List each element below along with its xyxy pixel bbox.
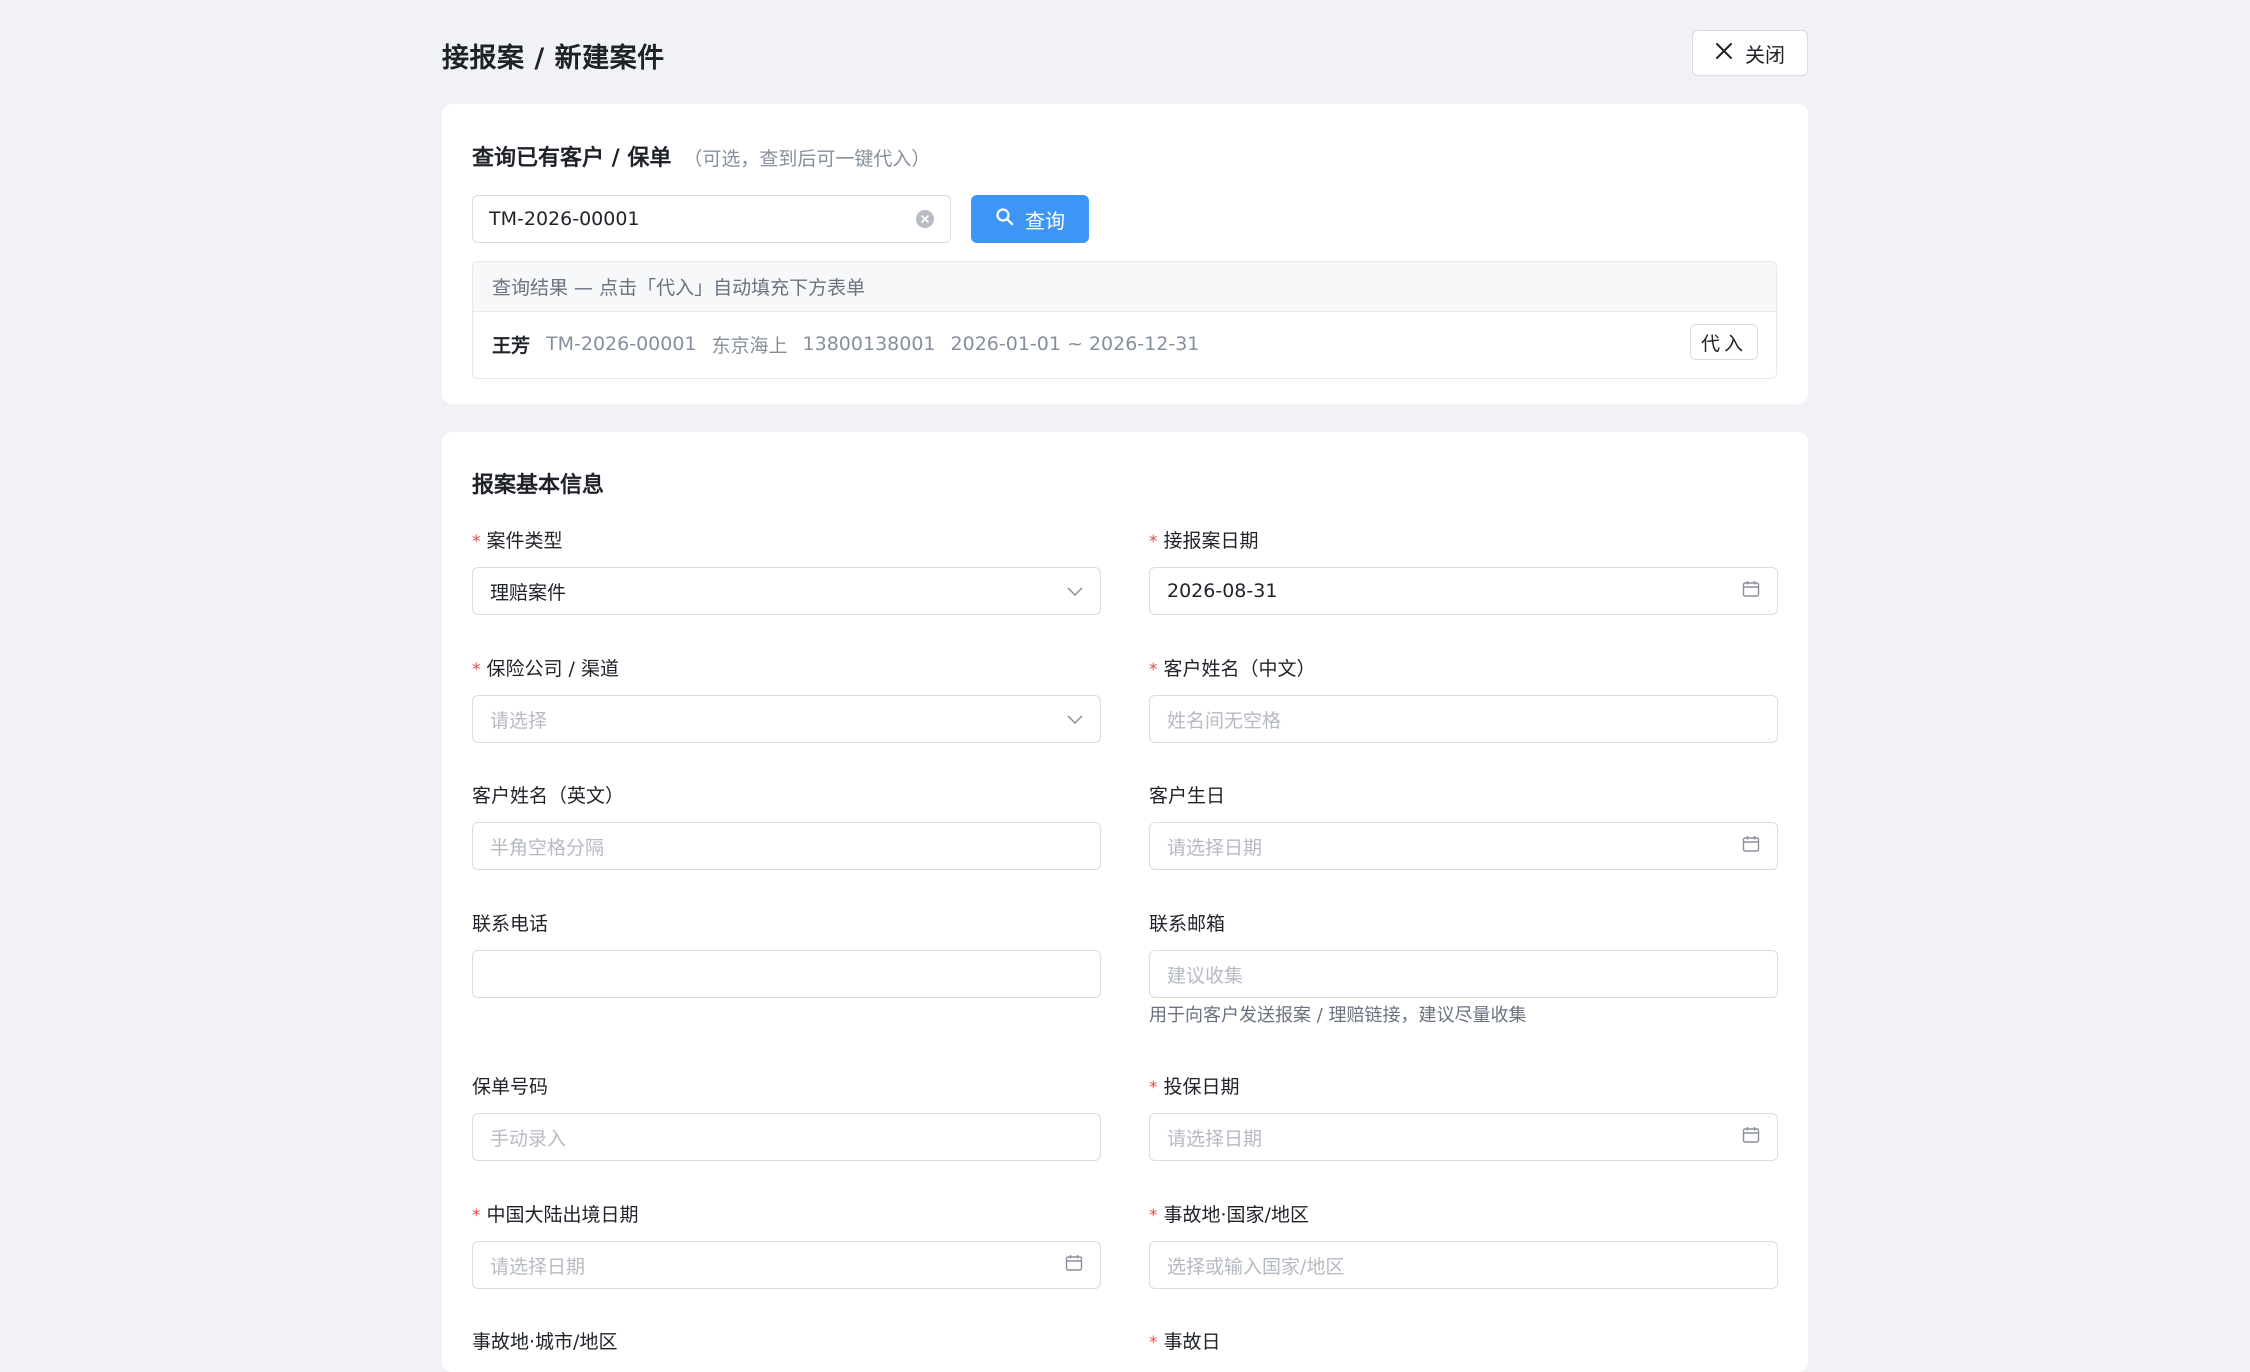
email-input[interactable]: 建议收集 xyxy=(1149,950,1778,998)
insurer-channel-placeholder: 请选择 xyxy=(490,709,548,732)
page-title: 接报案 / 新建案件 xyxy=(442,43,665,74)
policy-date-placeholder: 请选择日期 xyxy=(1167,1127,1263,1150)
departure-date-label: * 中国大陆出境日期 xyxy=(472,1200,639,1227)
policy-date-label: * 投保日期 xyxy=(1149,1072,1240,1099)
accident-country-label: * 事故地·国家/地区 xyxy=(1149,1200,1309,1227)
result-policy-no: TM-2026-00001 xyxy=(546,333,697,355)
report-date-picker[interactable]: 2026-08-31 xyxy=(1149,567,1778,615)
search-results: 查询结果 — 点击「代入」自动填充下方表单 王芳 TM-2026-00001 东… xyxy=(472,261,1777,379)
required-mark: * xyxy=(472,532,481,552)
case-type-value: 理赔案件 xyxy=(490,581,567,604)
search-card: 查询已有客户 / 保单 （可选，查到后可一键代入） TM-2026-00001 查… xyxy=(442,104,1808,404)
required-mark: * xyxy=(1149,532,1158,552)
results-header: 查询结果 — 点击「代入」自动填充下方表单 xyxy=(473,262,1776,312)
departure-date-label-text: 中国大陆出境日期 xyxy=(486,1204,639,1226)
required-mark: * xyxy=(1149,1206,1158,1226)
calendar-icon xyxy=(1742,835,1760,858)
departure-date-placeholder: 请选择日期 xyxy=(490,1255,586,1278)
search-card-title-text: 查询已有客户 / 保单 xyxy=(472,146,672,171)
insurer-channel-select[interactable]: 请选择 xyxy=(472,695,1101,743)
name-en-placeholder: 半角空格分隔 xyxy=(490,836,605,859)
report-date-value: 2026-08-31 xyxy=(1167,580,1278,602)
phone-label: 联系电话 xyxy=(472,913,549,935)
close-icon xyxy=(1715,41,1733,65)
clear-icon[interactable] xyxy=(916,210,934,228)
calendar-icon xyxy=(1742,580,1760,603)
page-header: 接报案 / 新建案件 关闭 xyxy=(442,30,1808,78)
result-insurer: 东京海上 xyxy=(711,334,788,357)
result-name: 王芳 xyxy=(492,334,531,357)
form-card: 报案基本信息 * 案件类型 理赔案件 * 接报案日期 2026-08-31 * 保险公… xyxy=(442,432,1808,1372)
query-button[interactable]: 查询 xyxy=(971,195,1089,243)
search-card-title: 查询已有客户 / 保单 （可选，查到后可一键代入） xyxy=(472,140,930,172)
birthday-label: 客户生日 xyxy=(1149,785,1226,807)
birthday-placeholder: 请选择日期 xyxy=(1167,836,1263,859)
required-mark: * xyxy=(1149,1333,1158,1353)
name-cn-label: * 客户姓名（中文） xyxy=(1149,654,1316,681)
name-cn-input[interactable]: 姓名间无空格 xyxy=(1149,695,1778,743)
result-period: 2026-01-01 ~ 2026-12-31 xyxy=(950,333,1200,355)
required-mark: * xyxy=(472,1206,481,1226)
policy-no-input[interactable]: 手动录入 xyxy=(472,1113,1101,1161)
query-button-label: 查询 xyxy=(1025,208,1065,233)
name-cn-label-text: 客户姓名（中文） xyxy=(1163,658,1316,680)
required-mark: * xyxy=(472,660,481,680)
policy-no-placeholder: 手动录入 xyxy=(490,1127,567,1150)
insurer-channel-label-text: 保险公司 / 渠道 xyxy=(486,658,619,680)
case-type-select[interactable]: 理赔案件 xyxy=(472,567,1101,615)
name-en-input[interactable]: 半角空格分隔 xyxy=(472,822,1101,870)
close-button-label: 关闭 xyxy=(1745,42,1785,67)
birthday-picker[interactable]: 请选择日期 xyxy=(1149,822,1778,870)
accident-country-label-text: 事故地·国家/地区 xyxy=(1163,1204,1309,1226)
close-button[interactable]: 关闭 xyxy=(1692,30,1808,76)
required-mark: * xyxy=(1149,660,1158,680)
fill-in-button[interactable]: 代入 xyxy=(1690,324,1758,360)
email-label: 联系邮箱 xyxy=(1149,913,1226,935)
report-date-label: * 接报案日期 xyxy=(1149,526,1259,553)
calendar-icon xyxy=(1742,1126,1760,1149)
case-type-label: * 案件类型 xyxy=(472,526,563,553)
case-type-label-text: 案件类型 xyxy=(486,530,563,552)
policy-date-label-text: 投保日期 xyxy=(1163,1076,1240,1098)
email-help-text: 用于向客户发送报案 / 理赔链接，建议尽量收集 xyxy=(1149,1005,1527,1026)
search-input[interactable]: TM-2026-00001 xyxy=(472,195,951,243)
result-phone: 13800138001 xyxy=(802,333,936,355)
name-cn-placeholder: 姓名间无空格 xyxy=(1167,709,1282,732)
form-card-title: 报案基本信息 xyxy=(472,473,605,498)
name-en-label: 客户姓名（英文） xyxy=(472,785,625,807)
chevron-down-icon xyxy=(1067,708,1083,730)
required-mark: * xyxy=(1149,1078,1158,1098)
accident-country-input[interactable]: 选择或输入国家/地区 xyxy=(1149,1241,1778,1289)
search-icon xyxy=(995,207,1015,232)
chevron-down-icon xyxy=(1067,580,1083,602)
insurer-channel-label: * 保险公司 / 渠道 xyxy=(472,654,619,681)
accident-country-placeholder: 选择或输入国家/地区 xyxy=(1167,1255,1345,1278)
report-date-label-text: 接报案日期 xyxy=(1163,530,1259,552)
phone-input[interactable] xyxy=(472,950,1101,998)
email-placeholder: 建议收集 xyxy=(1167,964,1244,987)
result-row: 王芳 TM-2026-00001 东京海上 13800138001 2026-0… xyxy=(473,312,1776,376)
policy-no-label: 保单号码 xyxy=(472,1076,549,1098)
calendar-icon xyxy=(1065,1254,1083,1277)
policy-date-picker[interactable]: 请选择日期 xyxy=(1149,1113,1778,1161)
search-input-value: TM-2026-00001 xyxy=(489,208,640,230)
search-card-subtitle: （可选，查到后可一键代入） xyxy=(683,148,931,170)
departure-date-picker[interactable]: 请选择日期 xyxy=(472,1241,1101,1289)
